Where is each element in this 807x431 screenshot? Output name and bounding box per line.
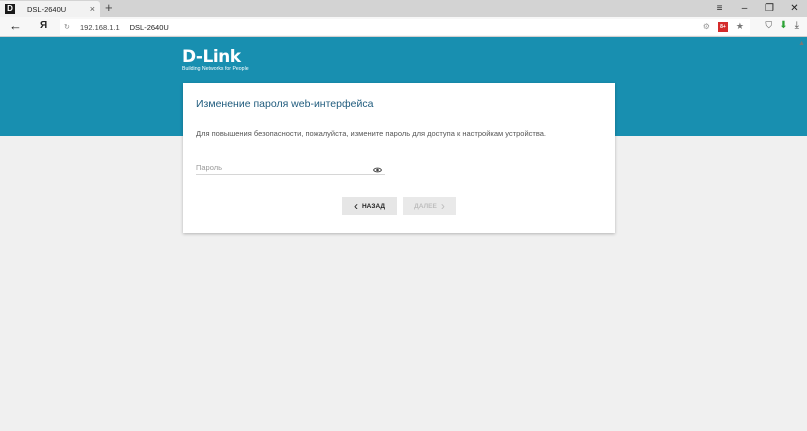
menu-icon[interactable]: ≡: [707, 0, 732, 17]
eye-icon[interactable]: [372, 160, 383, 178]
back-button-label: НАЗАД: [361, 202, 386, 210]
settings-gear-icon[interactable]: ⚙: [703, 22, 710, 31]
reload-icon[interactable]: ↻: [64, 23, 74, 31]
restore-icon[interactable]: ❐: [757, 0, 782, 17]
window-controls: ≡ – ❐ ✕: [707, 0, 807, 17]
dlink-favicon-icon: D: [5, 4, 15, 14]
extension-badge-icon[interactable]: 8+: [717, 21, 728, 32]
scroll-up-icon[interactable]: ▲: [798, 40, 805, 47]
url-field[interactable]: ↻ 192.168.1.1 DSL-2640U ⚙ 8+ ★: [60, 19, 750, 35]
url-actions: ⚙ 8+ ★: [703, 21, 744, 32]
chevron-left-icon: ‹: [353, 199, 358, 213]
browser-tab[interactable]: D DSL-2640U ×: [0, 1, 100, 17]
browser-tab-strip: D DSL-2640U × + ≡ – ❐ ✕: [0, 0, 807, 17]
bookmark-star-icon[interactable]: ★: [736, 21, 744, 32]
url-text: 192.168.1.1: [80, 22, 120, 32]
password-field: [196, 157, 385, 178]
back-arrow-icon[interactable]: ←: [9, 19, 22, 33]
url-page-title: DSL-2640U: [129, 22, 169, 32]
yandex-icon[interactable]: Я: [40, 20, 47, 31]
back-button[interactable]: ‹ НАЗАД: [342, 197, 397, 215]
download-extension-icon[interactable]: ⬇: [779, 20, 787, 31]
logo-text: D-Link: [182, 47, 241, 67]
browser-extensions: ⛉ ⬇ ⤓: [765, 20, 799, 31]
next-button[interactable]: ДАЛЕЕ ›: [403, 197, 456, 215]
downloads-icon[interactable]: ⤓: [795, 20, 799, 31]
new-tab-icon[interactable]: +: [105, 1, 113, 15]
chevron-right-icon: ›: [440, 199, 445, 213]
shield-icon[interactable]: ⛉: [765, 20, 772, 31]
next-button-label: ДАЛЕЕ: [414, 202, 437, 210]
tab-title: DSL-2640U: [27, 4, 67, 14]
close-icon[interactable]: ×: [90, 4, 95, 14]
minimize-icon[interactable]: –: [732, 0, 757, 17]
logo-tagline: Building Networks for People: [182, 66, 249, 72]
password-input[interactable]: [196, 159, 366, 176]
card-description: Для повышения безопасности, пожалуйста, …: [196, 129, 546, 138]
dlink-logo: D-Link Building Networks for People: [182, 48, 249, 72]
card-title: Изменение пароля web-интерфейса: [196, 98, 374, 110]
window-close-icon[interactable]: ✕: [782, 0, 807, 17]
browser-address-bar: ← Я ↻ 192.168.1.1 DSL-2640U ⚙ 8+ ★ ⛉ ⬇ ⤓: [0, 17, 807, 37]
password-change-card: Изменение пароля web-интерфейса Для повы…: [183, 83, 615, 233]
